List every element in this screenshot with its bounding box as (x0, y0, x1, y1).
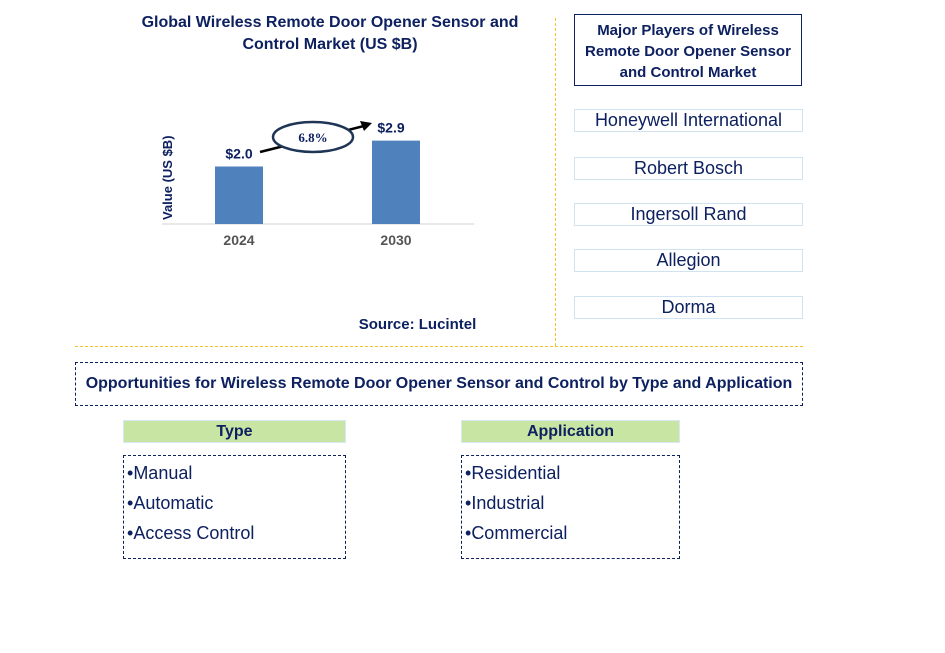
source-label: Source: Lucintel (358, 316, 477, 333)
application-header: Application (461, 420, 680, 443)
application-item: Commercial (462, 518, 679, 548)
player-item: Robert Bosch (574, 157, 803, 180)
chart-title: Global Wireless Remote Door Opener Senso… (141, 14, 519, 53)
opportunities-title: Opportunities for Wireless Remote Door O… (75, 362, 803, 406)
x-tick-label: 2030 (380, 232, 411, 248)
player-item: Allegion (574, 249, 803, 272)
application-list: Residential Industrial Commercial (461, 455, 680, 559)
horizontal-divider (75, 346, 803, 347)
bar-2030 (372, 140, 420, 224)
cagr-label: 6.8% (298, 130, 327, 145)
bar-chart: Value (US $B) $2.0 2024 $2.9 2030 6.8% (160, 120, 474, 248)
application-item: Residential (462, 458, 679, 488)
data-label: $2.9 (377, 120, 404, 136)
y-axis-label: Value (US $B) (160, 135, 175, 220)
player-item: Ingersoll Rand (574, 203, 803, 226)
data-label: $2.0 (225, 146, 252, 162)
vertical-divider (555, 18, 556, 346)
type-item: Access Control (124, 518, 345, 548)
player-item: Dorma (574, 296, 803, 319)
type-header: Type (123, 420, 346, 443)
type-item: Automatic (124, 488, 345, 518)
major-players-title: Major Players of Wireless Remote Door Op… (574, 14, 802, 86)
bar-2024 (215, 166, 263, 224)
player-item: Honeywell International (574, 109, 803, 132)
x-tick-label: 2024 (223, 232, 254, 248)
type-list: Manual Automatic Access Control (123, 455, 346, 559)
cagr-annotation: 6.8% (259, 120, 372, 154)
type-item: Manual (124, 458, 345, 488)
application-item: Industrial (462, 488, 679, 518)
